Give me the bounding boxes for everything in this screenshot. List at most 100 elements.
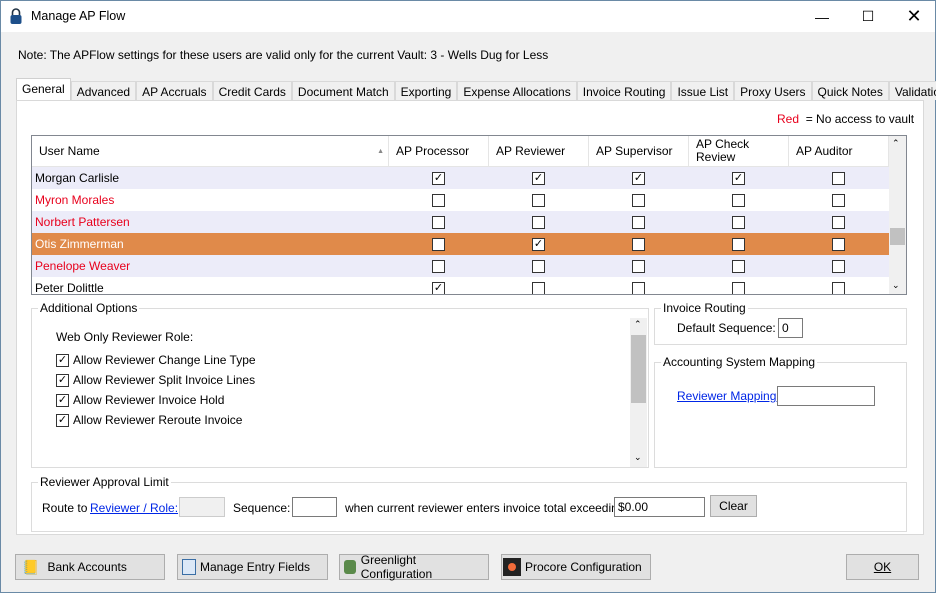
table-row[interactable]: Myron Morales	[32, 189, 889, 211]
scroll-up-icon[interactable]: ⌃	[892, 138, 900, 149]
reviewer-role-input[interactable]	[179, 497, 225, 517]
exceeding-label: when current reviewer enters invoice tot…	[345, 501, 628, 515]
role-checkbox[interactable]	[432, 215, 445, 229]
column-header[interactable]: AP Reviewer	[489, 136, 589, 167]
table-row[interactable]: Penelope Weaver	[32, 255, 889, 277]
scroll-up-icon[interactable]: ⌃	[634, 319, 642, 330]
role-checkbox[interactable]	[532, 215, 545, 229]
role-checkbox[interactable]: ✓	[532, 171, 545, 185]
role-checkbox[interactable]	[832, 171, 845, 185]
scroll-down-icon[interactable]: ⌄	[892, 280, 900, 291]
role-checkbox[interactable]	[632, 259, 645, 273]
reviewer-mapping-link[interactable]: Reviewer Mapping:	[677, 389, 780, 403]
role-checkbox[interactable]	[632, 237, 645, 251]
manage-entry-fields-button[interactable]: Manage Entry Fields	[177, 554, 328, 580]
procore-logo-icon	[503, 558, 521, 576]
role-checkbox[interactable]	[732, 259, 745, 273]
sort-ascending-icon: ▲	[377, 147, 384, 155]
default-sequence-input[interactable]: 0	[778, 318, 803, 338]
options-scrollbar[interactable]: ⌃ ⌄	[630, 318, 647, 467]
tab-proxy-users[interactable]: Proxy Users	[734, 81, 812, 100]
role-checkbox[interactable]	[832, 237, 845, 251]
scroll-down-icon[interactable]: ⌄	[634, 452, 642, 463]
role-checkbox[interactable]: ✓	[432, 281, 445, 294]
role-checkbox[interactable]	[832, 215, 845, 229]
table-row[interactable]: Peter Dolittle ✓	[32, 277, 889, 294]
tab-ap-accruals[interactable]: AP Accruals	[136, 81, 213, 100]
option-checkbox[interactable]: ✓	[56, 393, 69, 407]
reviewer-role-link[interactable]: Reviewer / Role:	[90, 501, 178, 515]
role-checkbox[interactable]	[832, 193, 845, 207]
option-checkbox[interactable]: ✓	[56, 413, 69, 427]
reviewer-mapping-input[interactable]	[777, 386, 875, 406]
tab-exporting[interactable]: Exporting	[394, 81, 458, 100]
column-header-label: User Name	[39, 143, 100, 158]
minimize-button[interactable]: —	[799, 1, 845, 32]
column-header[interactable]: AP Processor	[389, 136, 489, 167]
tab-expense-allocations[interactable]: Expense Allocations	[457, 81, 577, 100]
column-header[interactable]: AP Check Review	[689, 136, 789, 167]
role-checkbox[interactable]	[632, 281, 645, 294]
role-checkbox[interactable]	[432, 259, 445, 273]
user-grid[interactable]: ⌃ ⌄ User Name ▲ AP Processor AP Reviewer AP …	[31, 135, 907, 295]
tab-general[interactable]: General	[16, 78, 71, 100]
route-to-label: Route to	[42, 501, 88, 515]
role-checkbox[interactable]	[432, 193, 445, 207]
user-name: Norbert Pattersen	[35, 215, 130, 229]
role-checkbox[interactable]	[432, 237, 445, 251]
tab-validation[interactable]: Validation	[888, 81, 936, 100]
role-checkbox[interactable]	[732, 193, 745, 207]
option-checkbox[interactable]: ✓	[56, 353, 69, 367]
role-checkbox[interactable]	[832, 281, 845, 294]
table-row[interactable]: Otis Zimmerman ✓	[32, 233, 889, 255]
role-checkbox[interactable]	[532, 281, 545, 294]
role-checkbox[interactable]	[732, 237, 745, 251]
accounting-mapping-group: Accounting System Mapping Reviewer Mappi…	[654, 355, 907, 468]
reviewer-option[interactable]: ✓ Allow Reviewer Reroute Invoice	[56, 413, 242, 427]
role-checkbox[interactable]: ✓	[532, 237, 545, 251]
column-header-label: AP Reviewer	[496, 143, 566, 158]
group-title: Reviewer Approval Limit	[38, 475, 171, 489]
option-checkbox[interactable]: ✓	[56, 373, 69, 387]
sequence-input[interactable]	[292, 497, 337, 517]
group-title: Accounting System Mapping	[661, 355, 818, 369]
button-label: Greenlight Configuration	[360, 553, 433, 581]
role-checkbox[interactable]: ✓	[432, 171, 445, 185]
clear-button[interactable]: Clear	[710, 495, 757, 517]
amount-input[interactable]: $0.00	[614, 497, 705, 517]
table-row[interactable]: Norbert Pattersen	[32, 211, 889, 233]
role-checkbox[interactable]	[832, 259, 845, 273]
scroll-thumb[interactable]	[890, 228, 905, 245]
reviewer-option[interactable]: ✓ Allow Reviewer Split Invoice Lines	[56, 373, 255, 387]
role-checkbox[interactable]	[632, 193, 645, 207]
greenlight-configuration-button[interactable]: Greenlight Configuration	[339, 553, 489, 581]
table-row[interactable]: Morgan Carlisle ✓ ✓ ✓ ✓	[32, 167, 889, 189]
role-checkbox[interactable]	[532, 193, 545, 207]
ok-button[interactable]: OK	[846, 554, 919, 580]
tab-advanced[interactable]: Advanced	[70, 81, 137, 100]
close-button[interactable]: ✕	[891, 1, 936, 32]
reviewer-option[interactable]: ✓ Allow Reviewer Invoice Hold	[56, 393, 224, 407]
user-name: Morgan Carlisle	[35, 171, 120, 185]
maximize-button[interactable]: ☐	[845, 1, 891, 32]
scroll-thumb[interactable]	[631, 335, 646, 403]
role-checkbox[interactable]	[732, 215, 745, 229]
tab-document-match[interactable]: Document Match	[291, 81, 395, 100]
role-checkbox[interactable]	[532, 259, 545, 273]
tab-invoice-routing[interactable]: Invoice Routing	[576, 81, 672, 100]
tab-quick-notes[interactable]: Quick Notes	[811, 81, 889, 100]
role-checkbox[interactable]: ✓	[632, 171, 645, 185]
column-header[interactable]: AP Auditor	[789, 136, 889, 167]
tab-credit-cards[interactable]: Credit Cards	[212, 81, 292, 100]
column-header[interactable]: AP Supervisor	[589, 136, 689, 167]
role-checkbox[interactable]	[632, 215, 645, 229]
procore-configuration-button[interactable]: Procore Configuration	[501, 554, 651, 580]
column-header-label: AP Processor	[396, 143, 470, 158]
bank-accounts-button[interactable]: 📒 Bank Accounts	[15, 554, 165, 580]
grid-scrollbar[interactable]: ⌃ ⌄	[889, 136, 906, 294]
tab-issue-list[interactable]: Issue List	[671, 81, 735, 100]
role-checkbox[interactable]: ✓	[732, 171, 745, 185]
column-header[interactable]: User Name ▲	[32, 136, 389, 167]
role-checkbox[interactable]	[732, 281, 745, 294]
reviewer-option[interactable]: ✓ Allow Reviewer Change Line Type	[56, 353, 256, 367]
